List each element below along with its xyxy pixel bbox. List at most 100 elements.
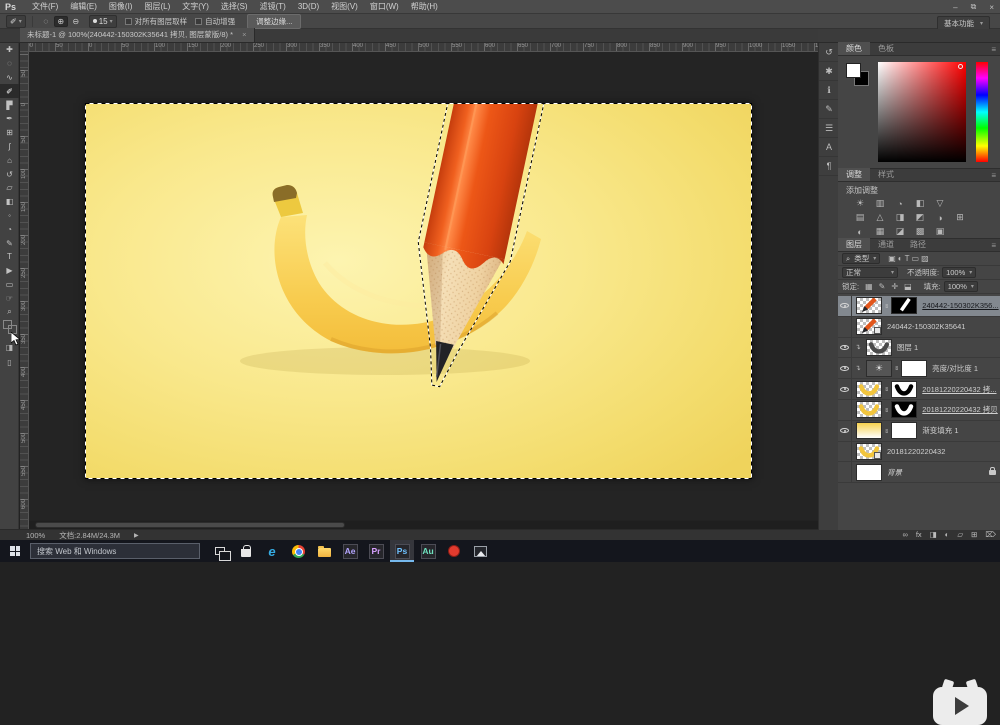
posterize-adjustment-icon[interactable]: ▦: [872, 225, 888, 238]
tab-layers[interactable]: 图层: [838, 238, 870, 251]
layer-row-layer-1[interactable]: ∞240442-150302K356...: [838, 296, 1000, 317]
vibrance-adjustment-icon[interactable]: ▽: [932, 197, 948, 210]
close-icon[interactable]: ×: [242, 30, 246, 39]
ruler-origin-corner[interactable]: [20, 43, 29, 52]
move-tool[interactable]: ✚: [0, 43, 19, 57]
menu-item-window[interactable]: 窗口(W): [364, 0, 405, 14]
sample-all-layers-checkbox[interactable]: [125, 18, 132, 25]
lock-position-icon[interactable]: ✛: [891, 282, 898, 291]
layer-visibility-toggle[interactable]: [838, 442, 852, 462]
layer-thumbnail[interactable]: [856, 401, 882, 418]
menu-item-file[interactable]: 文件(F): [26, 0, 64, 14]
eyedropper-tool[interactable]: ✒: [0, 112, 19, 126]
hand-tool[interactable]: ☞: [0, 291, 19, 305]
lasso-tool[interactable]: ∿: [0, 71, 19, 85]
blend-mode-select[interactable]: 正常 ▾: [842, 267, 898, 278]
layer-name[interactable]: 亮度/对比度 1: [932, 363, 1000, 374]
layer-visibility-toggle[interactable]: [838, 379, 852, 399]
filter-shape-icon[interactable]: ▭: [912, 254, 920, 263]
healing-brush-tool[interactable]: ⊞: [0, 126, 19, 140]
status-expand-icon[interactable]: ▶: [134, 532, 139, 539]
new-selection-button[interactable]: ◌: [39, 16, 53, 27]
dodge-tool[interactable]: ◔: [0, 222, 19, 236]
filter-adjustment-icon[interactable]: ◐: [898, 254, 903, 263]
menu-item-type[interactable]: 文字(Y): [176, 0, 215, 14]
lock-transparency-icon[interactable]: ▦: [865, 282, 873, 291]
taskbar-premiere-icon[interactable]: Pr: [364, 540, 388, 562]
minimize-button[interactable]: –: [953, 3, 957, 12]
tab-styles[interactable]: 样式: [870, 168, 902, 181]
document-tab[interactable]: 未标题-1 @ 100%(240442-150302K35641 拷贝, 图层蒙…: [20, 28, 255, 42]
link-layers-icon[interactable]: ∞: [902, 530, 907, 539]
taskbar-recorder-icon[interactable]: [442, 540, 466, 562]
brush-size-picker[interactable]: 15 ▾: [89, 15, 117, 28]
taskbar-audition-icon[interactable]: Au: [416, 540, 440, 562]
exposure-adjustment-icon[interactable]: ◧: [912, 197, 928, 210]
gradient-tool[interactable]: ◧: [0, 195, 19, 209]
layer-visibility-toggle[interactable]: [838, 400, 852, 420]
levels-adjustment-icon[interactable]: ▥: [872, 197, 888, 210]
scrollbar-thumb[interactable]: [35, 522, 345, 528]
close-button[interactable]: ×: [989, 3, 994, 12]
menu-item-edit[interactable]: 编辑(E): [64, 0, 103, 14]
foreground-color-swatch[interactable]: [3, 320, 12, 329]
hue-slider[interactable]: [976, 62, 988, 162]
tab-swatches[interactable]: 色板: [870, 42, 902, 55]
tab-color[interactable]: 颜色: [838, 42, 870, 55]
lock-all-icon[interactable]: ⬓: [904, 282, 912, 291]
photo-filter-adjustment-icon[interactable]: ◩: [912, 211, 928, 224]
subtract-from-selection-button[interactable]: ⊖: [69, 16, 83, 27]
layer-thumbnail[interactable]: [856, 297, 882, 314]
layer-visibility-toggle[interactable]: [838, 358, 852, 378]
curves-adjustment-icon[interactable]: ◔: [892, 197, 908, 210]
document-canvas[interactable]: [85, 103, 752, 479]
layer-mask-thumbnail[interactable]: [891, 297, 917, 314]
saturation-brightness-picker[interactable]: [878, 62, 966, 162]
layer-mask-thumbnail[interactable]: [891, 401, 917, 418]
taskbar-photoshop-icon[interactable]: Ps: [390, 540, 414, 562]
path-selection-tool[interactable]: ▶: [0, 264, 19, 278]
menu-item-help[interactable]: 帮助(H): [405, 0, 444, 14]
layer-row-layer-9[interactable]: 背景: [838, 462, 1000, 483]
taskbar-chrome-icon[interactable]: [286, 540, 310, 562]
tab-adjustments[interactable]: 调整: [838, 168, 870, 181]
color-balance-adjustment-icon[interactable]: △: [872, 211, 888, 224]
filter-type-select[interactable]: ⌕ 类型 ▾: [842, 253, 880, 264]
layer-name[interactable]: 20181220220432 拷贝: [922, 404, 1000, 415]
tab-channels[interactable]: 通道: [870, 238, 902, 251]
menu-item-image[interactable]: 图像(I): [103, 0, 139, 14]
layer-thumbnail[interactable]: ☀: [866, 360, 892, 377]
filter-pixel-icon[interactable]: ▣: [888, 254, 896, 263]
pasteboard[interactable]: [29, 52, 818, 520]
layer-visibility-toggle[interactable]: [838, 421, 852, 441]
paragraph-panel-icon[interactable]: ¶: [819, 157, 839, 176]
menu-item-3d[interactable]: 3D(D): [292, 0, 325, 14]
properties-panel-icon[interactable]: ✱: [819, 62, 839, 81]
layer-name[interactable]: 20181220220432: [887, 447, 1000, 456]
character-panel-icon[interactable]: A: [819, 138, 839, 157]
hue-saturation-adjustment-icon[interactable]: ▤: [852, 211, 868, 224]
layer-visibility-toggle[interactable]: [838, 317, 852, 337]
clone-stamp-tool[interactable]: ⌂: [0, 153, 19, 167]
filter-smart-object-icon[interactable]: ▨: [921, 254, 929, 263]
history-brush-tool[interactable]: ↺: [0, 167, 19, 181]
brush-presets-panel-icon[interactable]: ☰: [819, 119, 839, 138]
panel-menu-icon[interactable]: ≡: [991, 171, 996, 180]
opacity-select[interactable]: 100% ▾: [942, 267, 976, 278]
brightness-contrast-adjustment-icon[interactable]: ☀: [852, 197, 868, 210]
layer-row-layer-5[interactable]: ∞20181220220432 拷...: [838, 379, 1000, 400]
screen-mode-button[interactable]: ▯: [0, 358, 19, 367]
menu-item-filter[interactable]: 滤镜(T): [254, 0, 292, 14]
layer-thumbnail[interactable]: [856, 464, 882, 481]
taskbar-search-input[interactable]: 搜索 Web 和 Windows: [30, 543, 200, 559]
type-tool-tool[interactable]: T: [0, 250, 19, 264]
taskbar-edge-icon[interactable]: e: [260, 540, 284, 562]
layer-thumbnail[interactable]: [856, 318, 882, 335]
layer-name[interactable]: 渐变填充 1: [922, 425, 1000, 436]
taskbar-task-view-icon[interactable]: [208, 540, 232, 562]
layer-thumbnail[interactable]: [866, 339, 892, 356]
brush-panel-panel-icon[interactable]: ✎: [819, 100, 839, 119]
blur-tool[interactable]: ◦: [0, 209, 19, 223]
layer-name[interactable]: 240442-150302K356...: [922, 301, 1000, 310]
refine-edge-button[interactable]: 调整边缘...: [247, 14, 301, 29]
